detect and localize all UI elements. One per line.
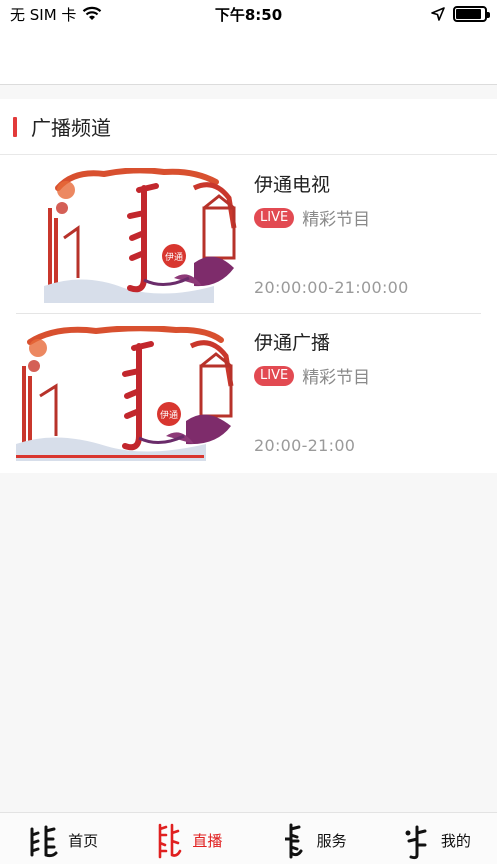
live-badge: LIVE [254, 207, 295, 228]
channel-badge-row: LIVE 精彩节目 [254, 205, 370, 230]
channel-name: 伊通电视 [254, 174, 331, 196]
status-left: 无 SIM 卡 [10, 4, 102, 25]
section-accent-bar [13, 116, 17, 137]
tab-service[interactable]: 服务 [249, 813, 373, 864]
status-bar: 无 SIM 卡 下午8:50 [0, 0, 497, 28]
thumbnail-seal-text: 伊通 [160, 409, 178, 421]
playback-progress-line [16, 455, 204, 458]
navigation-bar [0, 28, 497, 85]
channel-item-tv[interactable]: 伊通 伊通电视 LIVE 精彩节目 20:00:00-21:00:00 [16, 156, 481, 314]
thumbnail-seal-text: 伊通 [165, 251, 183, 263]
tab-bar: 首页 直播 服务 我的 [0, 812, 497, 864]
tab-live[interactable]: 直播 [124, 813, 248, 864]
location-arrow-icon [431, 7, 445, 21]
channel-description: 精彩节目 [302, 368, 371, 388]
tab-service-label: 服务 [316, 832, 347, 850]
tab-home-label: 首页 [68, 832, 99, 850]
channel-name: 伊通广播 [254, 332, 331, 354]
channel-thumbnail: 伊通 [16, 326, 254, 461]
live-badge: LIVE [254, 365, 295, 386]
mongolian-script-home-icon [30, 825, 58, 857]
channel-time: 20:00-21:00 [254, 436, 356, 455]
tab-me-label: 我的 [440, 832, 471, 850]
channel-item-radio[interactable]: 伊通 伊通广播 LIVE 精彩节目 20:00-21:00 [16, 314, 481, 472]
channel-description: 精彩节目 [302, 210, 371, 230]
wifi-icon [83, 6, 102, 20]
status-right [431, 6, 490, 22]
section-title: 广播频道 [31, 116, 111, 140]
mongolian-script-live-icon [159, 823, 182, 858]
mongolian-script-me-icon [405, 825, 427, 859]
battery-icon [453, 6, 490, 22]
channel-badge-row: LIVE 精彩节目 [254, 363, 370, 388]
tab-me[interactable]: 我的 [373, 813, 497, 864]
section-header: 广播频道 [0, 99, 497, 155]
tab-home[interactable]: 首页 [0, 813, 124, 864]
mongolian-script-service-icon [284, 823, 303, 858]
carrier-label: 无 SIM 卡 [10, 5, 77, 24]
channel-time: 20:00:00-21:00:00 [254, 278, 409, 297]
battery-level [456, 9, 482, 19]
broadcast-channel-section: 广播频道 伊通 伊通电视 LIVE 精彩节目 20:00:00-21:00:00… [0, 99, 497, 473]
tab-live-label: 直播 [192, 832, 223, 850]
channel-thumbnail: 伊通 [44, 168, 254, 303]
